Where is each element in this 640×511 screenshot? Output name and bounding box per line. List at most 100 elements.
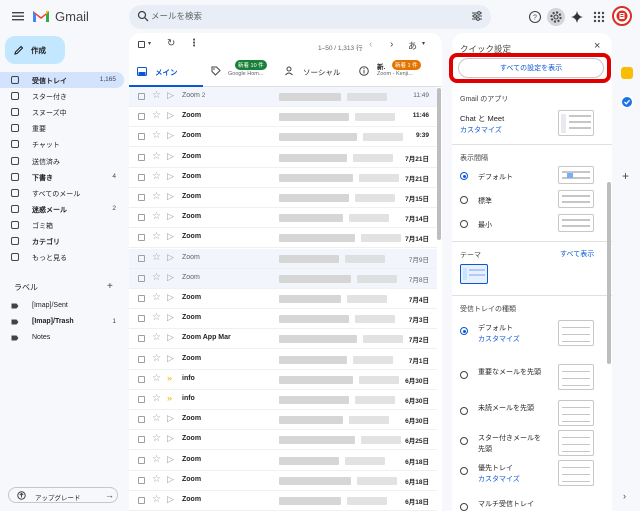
star-icon[interactable]: ☆: [152, 110, 161, 121]
importance-marker-icon[interactable]: ▷: [167, 332, 174, 343]
row-checkbox[interactable]: [138, 476, 145, 484]
row-checkbox[interactable]: [138, 335, 145, 343]
email-row[interactable]: ☆ ▷ Zoom 7月15日: [129, 188, 437, 208]
email-row[interactable]: ☆ ▷ Zoom 7月4日: [129, 289, 437, 309]
star-icon[interactable]: ☆: [152, 433, 161, 444]
importance-marker-icon[interactable]: ▷: [167, 151, 174, 162]
density-radio[interactable]: [460, 196, 468, 204]
email-row[interactable]: ☆ ▷ Zoom App Mar 7月2日: [129, 329, 437, 350]
importance-marker-icon[interactable]: ▷: [167, 353, 174, 364]
importance-marker-icon[interactable]: ▷: [167, 211, 174, 222]
row-checkbox[interactable]: [138, 153, 145, 161]
email-row[interactable]: ☆ ▷ Zoom 7月9日: [129, 248, 437, 269]
email-row[interactable]: ☆ ▷ Zoom 6月18日: [129, 470, 437, 491]
theme-thumbnail[interactable]: [460, 264, 488, 284]
refresh-icon[interactable]: ↻: [167, 38, 175, 49]
row-checkbox[interactable]: [138, 315, 145, 323]
row-checkbox[interactable]: [138, 254, 145, 262]
row-checkbox[interactable]: [138, 375, 145, 383]
select-all-checkbox[interactable]: [138, 41, 145, 48]
sidebar-item-1[interactable]: スター付き: [0, 88, 124, 104]
input-method-dropdown-icon[interactable]: ▾: [422, 40, 425, 47]
expand-panel-icon[interactable]: ›: [623, 491, 626, 501]
search-input[interactable]: メールを検索: [151, 10, 202, 22]
email-row[interactable]: ☆ ▷ Zoom 7月8日: [129, 268, 437, 289]
tab-updates[interactable]: 新. 新着 1 件 Zoom - Kenji...: [351, 57, 442, 87]
label-item-1[interactable]: [Imap]/Trash 1: [0, 314, 124, 330]
star-icon[interactable]: ☆: [152, 292, 161, 303]
label-item-2[interactable]: Notes: [0, 330, 124, 346]
main-menu-icon[interactable]: [11, 9, 25, 23]
row-checkbox[interactable]: [138, 396, 145, 403]
importance-marker-icon[interactable]: ▷: [167, 90, 174, 101]
star-icon[interactable]: ☆: [152, 474, 161, 485]
settings-gear-icon[interactable]: [547, 8, 565, 26]
star-icon[interactable]: ☆: [152, 272, 161, 283]
row-checkbox[interactable]: [138, 355, 145, 363]
importance-marker-icon[interactable]: ▷: [167, 312, 174, 323]
star-icon[interactable]: ☆: [152, 191, 161, 202]
tab-promotions[interactable]: 新着 10 件 Google Hom...: [203, 57, 277, 87]
importance-marker-icon[interactable]: ▷: [167, 191, 174, 202]
gemini-sparkle-icon[interactable]: [568, 8, 586, 26]
importance-marker-icon[interactable]: ▷: [167, 272, 174, 283]
inbox-type-radio[interactable]: [460, 327, 468, 335]
search-icon[interactable]: [137, 10, 149, 22]
star-icon[interactable]: ☆: [152, 211, 161, 222]
star-icon[interactable]: ☆: [152, 312, 161, 323]
sidebar-item-6[interactable]: 下書き 4: [0, 169, 124, 185]
importance-marker-icon[interactable]: ▷: [167, 231, 174, 242]
sidebar-item-11[interactable]: もっと見る: [0, 249, 124, 265]
importance-marker-icon[interactable]: ▷: [167, 474, 174, 485]
row-checkbox[interactable]: [138, 234, 145, 242]
email-row[interactable]: ☆ » info 6月30日: [129, 369, 437, 390]
importance-marker-icon[interactable]: ▷: [167, 171, 174, 182]
input-method-indicator[interactable]: あ: [408, 39, 417, 52]
sidebar-item-4[interactable]: チャット: [0, 136, 124, 152]
apps-customize-link[interactable]: カスタマイズ: [460, 125, 502, 135]
search-options-icon[interactable]: [471, 10, 483, 22]
star-icon[interactable]: ☆: [152, 90, 161, 101]
importance-marker-icon[interactable]: ▷: [167, 413, 174, 424]
row-checkbox[interactable]: [138, 295, 145, 302]
add-label-icon[interactable]: +: [107, 281, 113, 292]
email-row[interactable]: ☆ ▷ Zoom 7月1日: [129, 349, 437, 370]
sidebar-item-2[interactable]: スヌーズ中: [0, 104, 124, 120]
next-page-icon[interactable]: ›: [390, 39, 393, 50]
sidebar-item-10[interactable]: カテゴリ: [0, 233, 124, 249]
label-item-0[interactable]: [Imap]/Sent: [0, 298, 124, 314]
row-checkbox[interactable]: [138, 194, 145, 201]
account-avatar[interactable]: [612, 6, 632, 26]
email-row[interactable]: ☆ ▷ Zoom 6月18日: [129, 491, 437, 511]
importance-marker-icon[interactable]: ▷: [167, 292, 174, 303]
density-radio[interactable]: [460, 220, 468, 228]
email-row[interactable]: ☆ » info 6月30日: [129, 390, 437, 410]
email-row[interactable]: ☆ ▷ Zoom 9:39: [129, 127, 437, 148]
star-icon[interactable]: ☆: [152, 231, 161, 242]
close-icon[interactable]: ×: [594, 40, 600, 52]
row-checkbox[interactable]: [138, 456, 145, 464]
inbox-type-customize-link[interactable]: カスタマイズ: [478, 334, 520, 344]
tab-social[interactable]: ソーシャル: [277, 57, 351, 87]
more-options-icon[interactable]: ⋮: [189, 38, 199, 49]
email-row[interactable]: ☆ ▷ Zoom 7月21日: [129, 167, 437, 188]
importance-marker-icon[interactable]: ▷: [167, 110, 174, 121]
row-checkbox[interactable]: [138, 133, 145, 141]
email-row[interactable]: ☆ ▷ Zoom 7月14日: [129, 228, 437, 249]
row-checkbox[interactable]: [138, 497, 145, 504]
importance-marker-icon[interactable]: ▷: [167, 433, 174, 444]
upgrade-button[interactable]: アップグレード →: [8, 487, 118, 503]
add-addon-icon[interactable]: +: [622, 169, 629, 183]
help-icon[interactable]: ?: [526, 8, 544, 26]
row-checkbox[interactable]: [138, 173, 145, 181]
row-checkbox[interactable]: [138, 214, 145, 222]
inbox-type-radio[interactable]: [460, 437, 468, 445]
importance-marker-icon[interactable]: ▷: [167, 494, 174, 505]
star-icon[interactable]: ☆: [152, 413, 161, 424]
compose-button[interactable]: 作成: [5, 36, 65, 64]
search-bar[interactable]: メールを検索: [129, 5, 491, 29]
inbox-type-radio[interactable]: [460, 503, 468, 511]
email-row[interactable]: ☆ ▷ Zoom 7月14日: [129, 208, 437, 229]
email-row[interactable]: ☆ ▷ Zoom 7月21日: [129, 147, 437, 168]
apps-grid-icon[interactable]: [590, 8, 608, 26]
